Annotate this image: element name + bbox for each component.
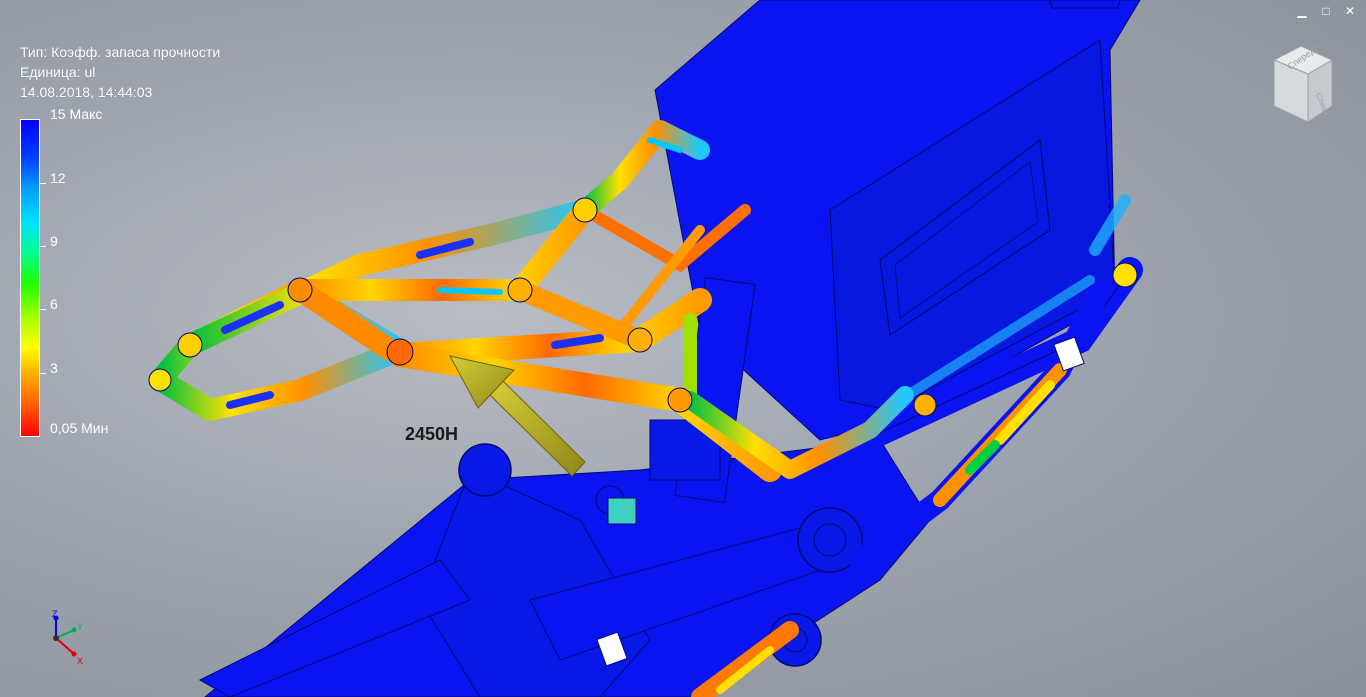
legend-max-label: 15 Макс (50, 106, 103, 122)
color-legend-bar (20, 119, 40, 437)
x-axis-line (55, 637, 75, 655)
legend-tick-label: 9 (50, 233, 58, 249)
legend-tick (40, 183, 46, 184)
load-value-label: 2450Н (405, 424, 459, 444)
legend-tick (40, 246, 46, 247)
stress-model[interactable] (0, 0, 1366, 697)
top-tab (1049, 0, 1121, 9)
legend-tick (40, 373, 46, 374)
restore-button[interactable]: □ (1318, 4, 1334, 18)
result-info: Тип: Коэфф. запаса прочности Единица: ul… (20, 42, 220, 102)
result-timestamp: 14.08.2018, 14:44:03 (20, 84, 153, 100)
decal-3 (607, 497, 637, 525)
legend-tick-label: 12 (50, 170, 66, 186)
minimize-button[interactable]: ▁ (1294, 4, 1310, 18)
rear-hub (458, 443, 512, 497)
result-type: Тип: Коэфф. запаса прочности (20, 44, 221, 60)
legend-tick-label: 3 (50, 360, 58, 376)
legend-tick-label: 6 (50, 296, 58, 312)
legend-min-label: 0,05 Мин (50, 420, 109, 436)
y-axis-label: Y (77, 622, 83, 632)
x-axis-label: X (77, 656, 83, 666)
axis-triad: Z Y X (52, 610, 83, 666)
window-controls: ▁ □ ✕ (1294, 4, 1358, 18)
graphics-viewport[interactable]: Тип: Коэфф. запаса прочности Единица: ul… (0, 0, 1366, 697)
viewcube[interactable]: Спереди Слева (1268, 44, 1334, 126)
z-axis-label: Z (52, 610, 58, 619)
close-button[interactable]: ✕ (1342, 4, 1358, 18)
result-unit: Единица: ul (20, 64, 96, 80)
legend-tick (40, 309, 46, 310)
